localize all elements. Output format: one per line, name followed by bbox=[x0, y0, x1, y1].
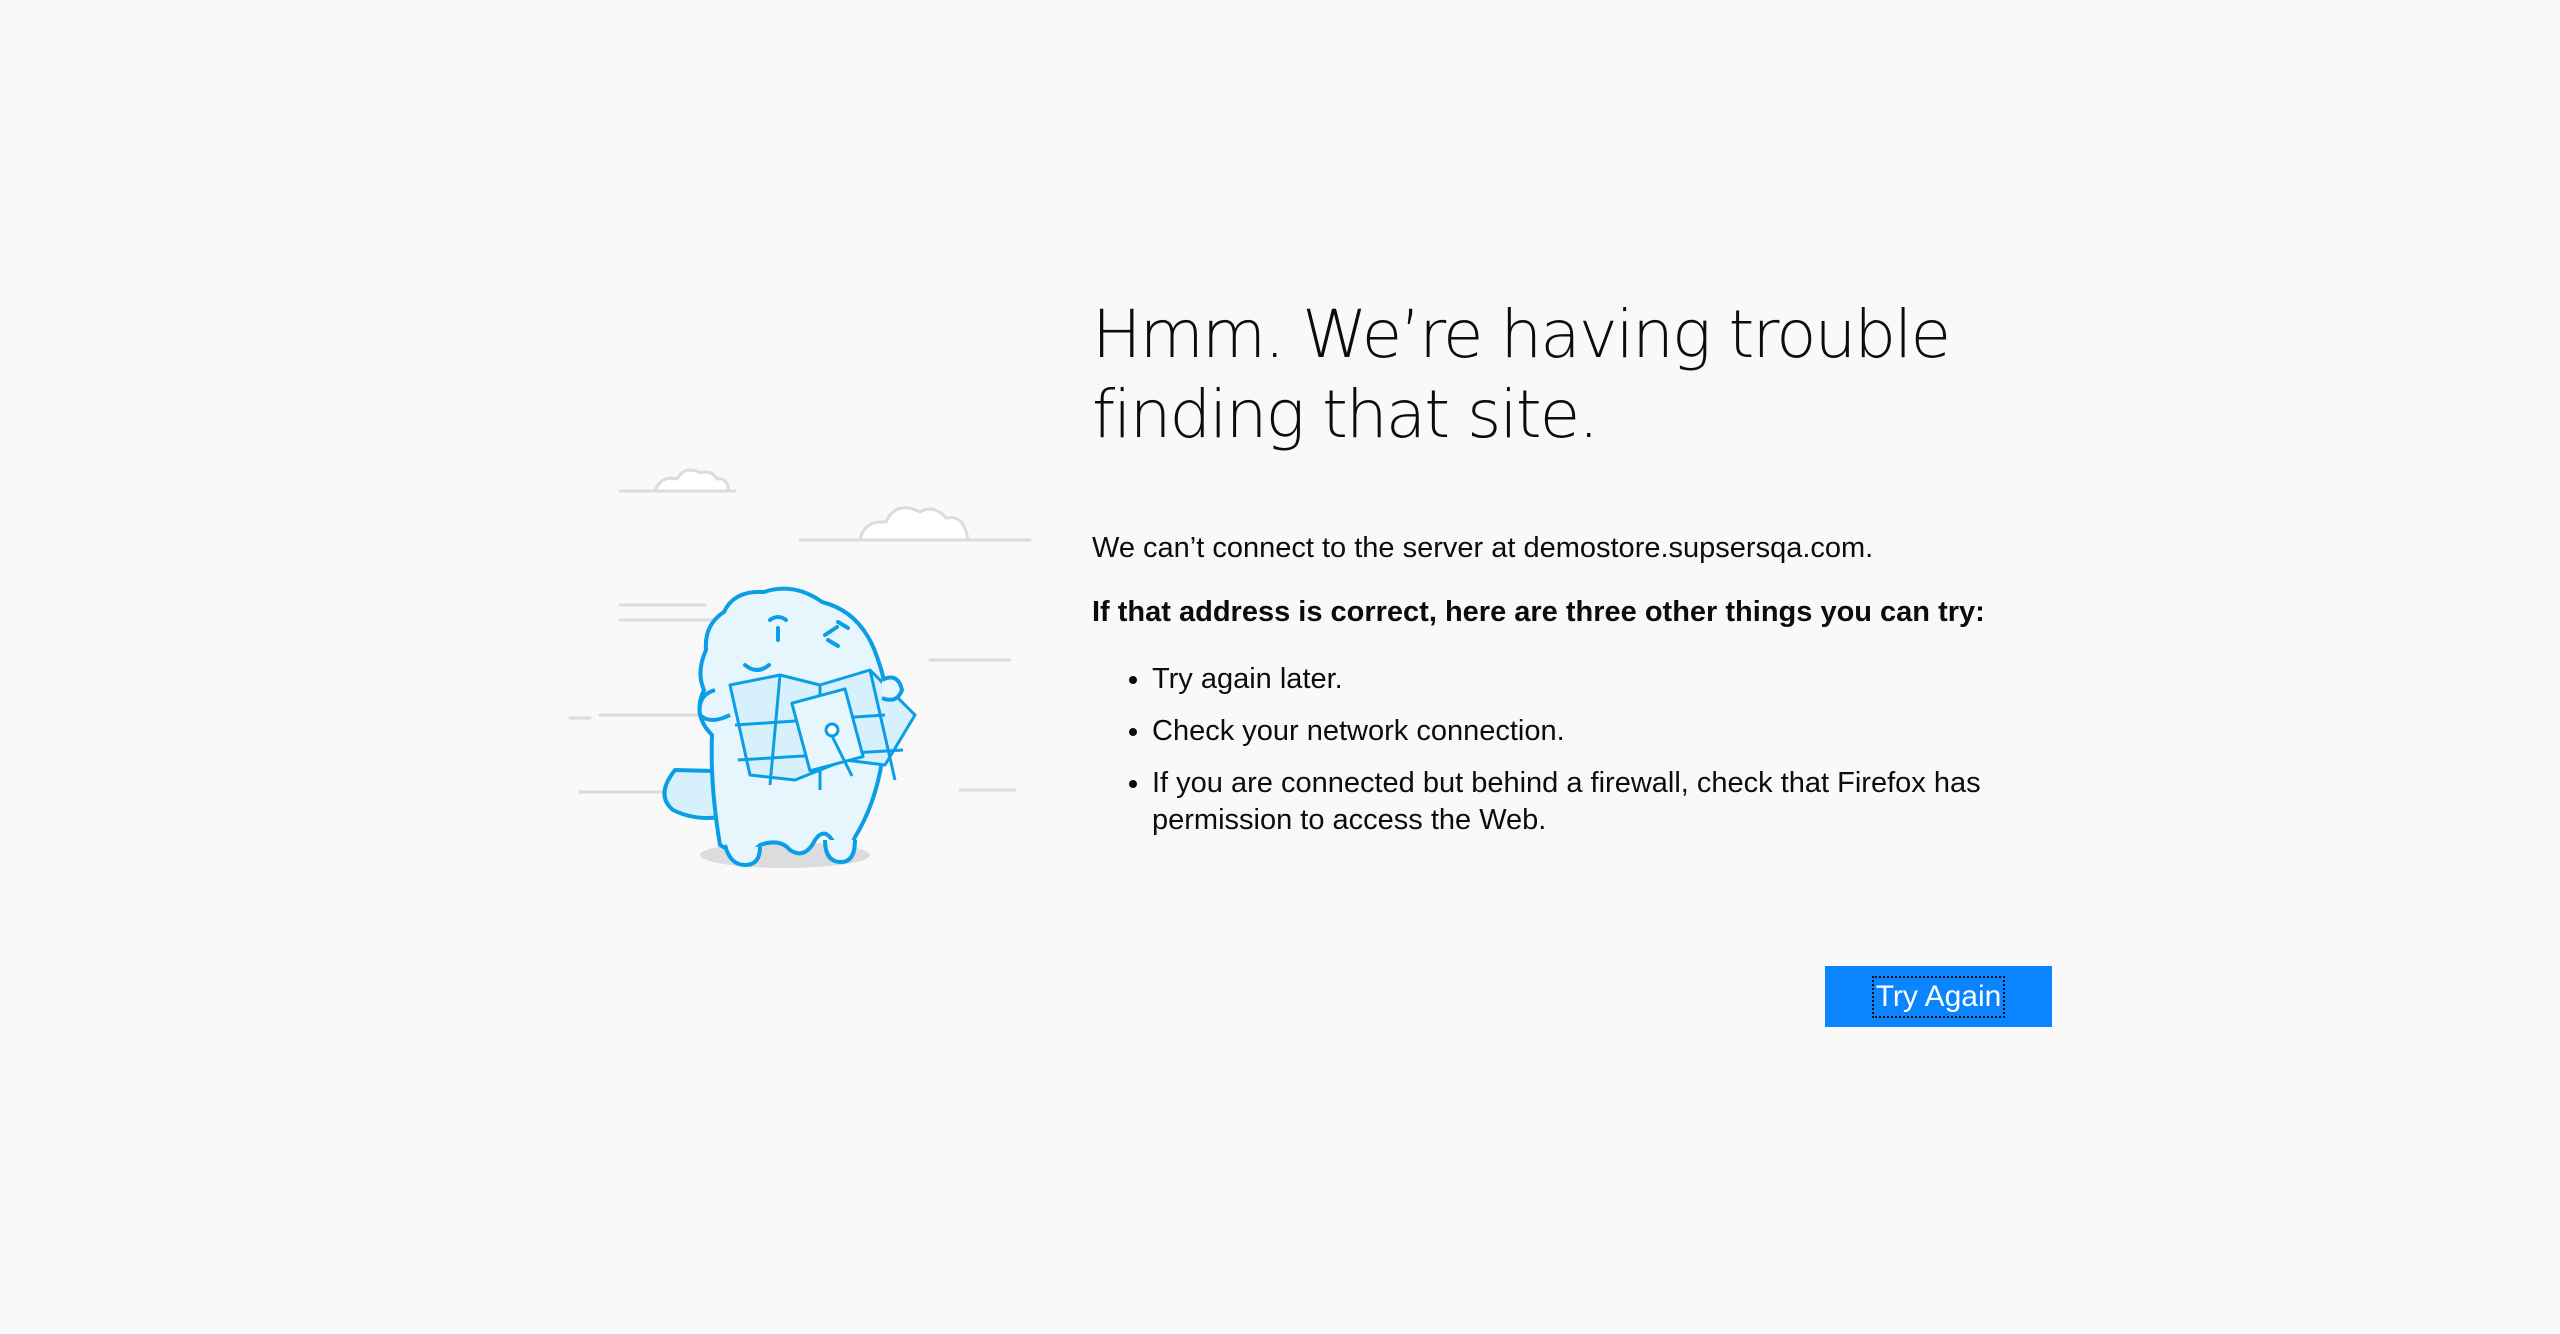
try-again-label: Try Again bbox=[1871, 975, 2006, 1018]
error-page: Hmm. We’re having trouble finding that s… bbox=[0, 0, 2560, 1334]
page-title: Hmm. We’re having trouble finding that s… bbox=[1092, 296, 1951, 453]
list-item: Try again later. bbox=[1152, 661, 2032, 698]
try-again-button[interactable]: Try Again bbox=[1825, 966, 2052, 1027]
suggestions-heading: If that address is correct, here are thr… bbox=[1092, 596, 1985, 628]
lost-monster-with-map-icon bbox=[560, 460, 1040, 880]
list-item: If you are connected but behind a firewa… bbox=[1152, 765, 2032, 839]
error-content: Hmm. We’re having trouble finding that s… bbox=[1092, 295, 2052, 854]
suggestions-list: Try again later. Check your network conn… bbox=[1092, 661, 2052, 839]
list-item: Check your network connection. bbox=[1152, 713, 2032, 750]
error-description: We can’t connect to the server at demost… bbox=[1092, 532, 1874, 564]
button-row: Try Again bbox=[1825, 966, 2052, 1027]
